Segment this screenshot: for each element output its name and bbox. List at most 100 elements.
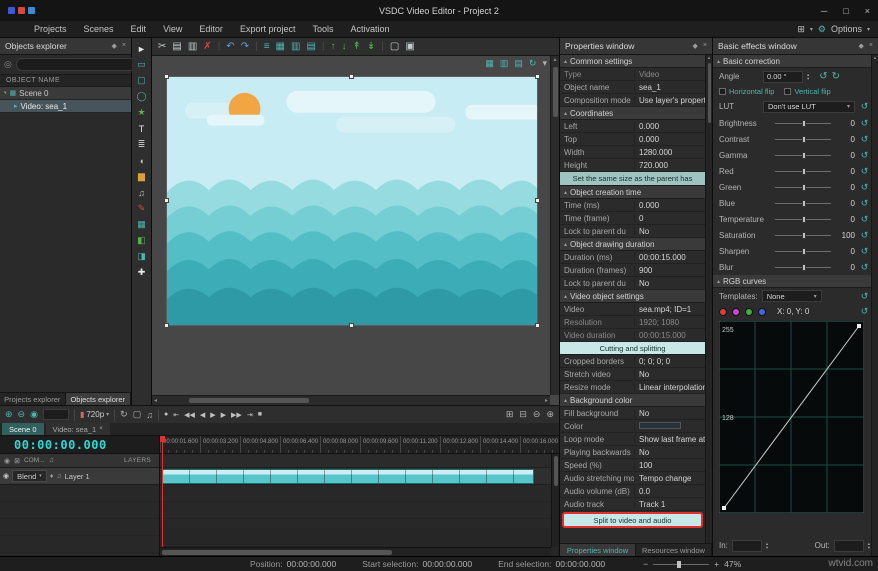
vertical-flip-checkbox[interactable]: Vertical flip: [784, 87, 831, 96]
effect-slider[interactable]: [775, 119, 831, 127]
capture-icon[interactable]: ◉: [30, 409, 38, 420]
property-row[interactable]: Audio volume (dB) 0.0: [560, 485, 705, 498]
section-object-drawing-duration[interactable]: ▴ Object drawing duration: [560, 238, 705, 251]
move-up-icon[interactable]: ↑: [331, 41, 336, 52]
timeline-horizontal-scrollbar[interactable]: [160, 547, 551, 556]
reset-icon[interactable]: ↺: [859, 134, 870, 145]
effect-slider[interactable]: [775, 151, 831, 159]
slider-thumb[interactable]: [801, 199, 806, 207]
layer-row-header[interactable]: ◉ Blend ▾ ♦ ♫ Layer 1: [0, 468, 159, 485]
paste-icon[interactable]: ▥: [188, 41, 197, 52]
property-row[interactable]: Video sea.mp4; ID=1: [560, 303, 705, 316]
reset-icon[interactable]: ↺: [859, 306, 870, 317]
lock-icon[interactable]: ⊠: [14, 457, 20, 465]
slider-thumb[interactable]: [801, 119, 806, 127]
separator[interactable]: |: [322, 41, 325, 52]
reset-icon[interactable]: ↺: [859, 198, 870, 209]
zoom-selection-icon[interactable]: ⊟: [519, 409, 527, 420]
fit-timeline-icon[interactable]: ⊞: [506, 409, 514, 420]
playhead[interactable]: [162, 436, 163, 547]
resize-handle[interactable]: [535, 323, 540, 328]
resize-handle[interactable]: [535, 198, 540, 203]
zoom-out-icon[interactable]: −: [643, 559, 648, 569]
scroll-up-icon[interactable]: ▴: [874, 55, 877, 61]
property-row[interactable]: Speed (%) 100: [560, 459, 705, 472]
quality-selector[interactable]: ▮ 720p ▾: [80, 410, 109, 419]
reset-icon[interactable]: ↺: [859, 150, 870, 161]
align-grid-icon[interactable]: ▦: [276, 41, 285, 52]
curve-out-input[interactable]: [833, 539, 864, 552]
align-rows-icon[interactable]: ▤: [306, 41, 315, 52]
reset-icon[interactable]: ↺: [859, 291, 870, 302]
undo-icon[interactable]: ↶: [226, 41, 234, 52]
out-spinner[interactable]: ▴ ▾: [868, 541, 870, 550]
section-video-object-settings[interactable]: ▴ Video object settings: [560, 290, 705, 303]
video-canvas[interactable]: [164, 74, 540, 328]
menu-item[interactable]: Projects: [34, 24, 67, 34]
property-row[interactable]: Stretch video No: [560, 368, 705, 381]
object-search-input[interactable]: [15, 58, 138, 71]
scroll-thumb[interactable]: [552, 67, 558, 117]
scroll-up-icon[interactable]: ▴: [708, 55, 711, 61]
angle-input[interactable]: 0.00 °: [763, 70, 803, 83]
slider-thumb[interactable]: [801, 167, 806, 175]
property-row[interactable]: Height 720.000: [560, 159, 705, 172]
scroll-right-icon[interactable]: ▸: [545, 397, 548, 404]
property-row[interactable]: Duration (frames) 900: [560, 264, 705, 277]
movement-tool-icon[interactable]: ✚: [134, 265, 150, 280]
section-rgb-curves[interactable]: ▴ RGB curves: [713, 275, 878, 288]
cursor-tool-icon[interactable]: ►: [134, 41, 150, 56]
menu-item[interactable]: View: [163, 24, 182, 34]
timeline-zoom-out-icon[interactable]: ⊖: [533, 409, 541, 420]
pin-icon[interactable]: ◆: [693, 42, 698, 50]
refresh-view-icon[interactable]: ↻: [529, 58, 537, 69]
preview-horizontal-scrollbar[interactable]: ◂ ▸: [152, 395, 550, 405]
pin-icon[interactable]: ◆: [859, 42, 864, 50]
color-swatch[interactable]: [639, 421, 681, 429]
record-icon[interactable]: ●: [164, 411, 168, 418]
property-row[interactable]: Composition mode Use layer's properties: [560, 94, 705, 107]
expand-icon[interactable]: ▾: [4, 90, 7, 96]
options-menu[interactable]: Options: [831, 24, 862, 34]
copy-icon[interactable]: ▤: [172, 41, 181, 52]
curve-in-input[interactable]: [731, 539, 762, 552]
effect-slider[interactable]: [775, 199, 831, 207]
menu-item[interactable]: Tools: [312, 24, 333, 34]
property-row[interactable]: Resize mode Linear interpolation: [560, 381, 705, 394]
menu-item[interactable]: Editor: [199, 24, 223, 34]
channel-dot[interactable]: [758, 307, 766, 316]
chart-tool-icon[interactable]: ▆: [134, 169, 150, 184]
frame-back-icon[interactable]: ◀: [200, 411, 205, 419]
move-top-icon[interactable]: ↟: [353, 41, 361, 52]
sprite-tool-icon[interactable]: ▦: [134, 217, 150, 232]
section-basic-correction[interactable]: ▴ Basic correction: [713, 55, 878, 68]
separator[interactable]: |: [381, 41, 384, 52]
menu-item[interactable]: Export project: [240, 24, 296, 34]
property-row[interactable]: Playing backwards No: [560, 446, 705, 459]
gear-icon[interactable]: ⚙: [818, 24, 826, 35]
caret-down-icon[interactable]: ▾: [867, 26, 870, 33]
cutting-and-splitting-button[interactable]: Cutting and splitting: [560, 342, 705, 355]
effect-slider[interactable]: [775, 231, 831, 239]
set-parent-size-button[interactable]: Set the same size as the parent has: [560, 172, 705, 186]
effect-slider[interactable]: [775, 247, 831, 255]
scroll-up-icon[interactable]: ▴: [553, 56, 556, 63]
layout-grid-icon[interactable]: ⊞: [797, 24, 805, 35]
go-start-icon[interactable]: ⇤: [173, 411, 179, 419]
resize-handle[interactable]: [164, 198, 169, 203]
star-tool-icon[interactable]: ★: [134, 105, 150, 120]
section-common-settings[interactable]: ▴ Common settings: [560, 55, 705, 68]
property-row[interactable]: Left 0.000: [560, 120, 705, 133]
effect-slider[interactable]: [775, 183, 831, 191]
property-row-color[interactable]: Color: [560, 420, 705, 433]
property-row[interactable]: Cropped borders 0; 0; 0; 0: [560, 355, 705, 368]
remove-object-icon[interactable]: ⊖: [18, 409, 26, 420]
delete-icon[interactable]: ✗: [203, 41, 211, 52]
preview-vertical-scrollbar[interactable]: ▴: [550, 56, 559, 395]
cut-icon[interactable]: ✂: [158, 41, 166, 52]
properties-scrollbar[interactable]: ▴: [705, 55, 712, 543]
timeline-tracks[interactable]: 00:00:01.600 00:00:03.200 00:00:04.800 0…: [160, 436, 559, 556]
resize-handle[interactable]: [349, 323, 354, 328]
split-to-video-and-audio-button[interactable]: Split to video and audio: [562, 512, 703, 528]
reset-icon[interactable]: ↺: [859, 166, 870, 177]
